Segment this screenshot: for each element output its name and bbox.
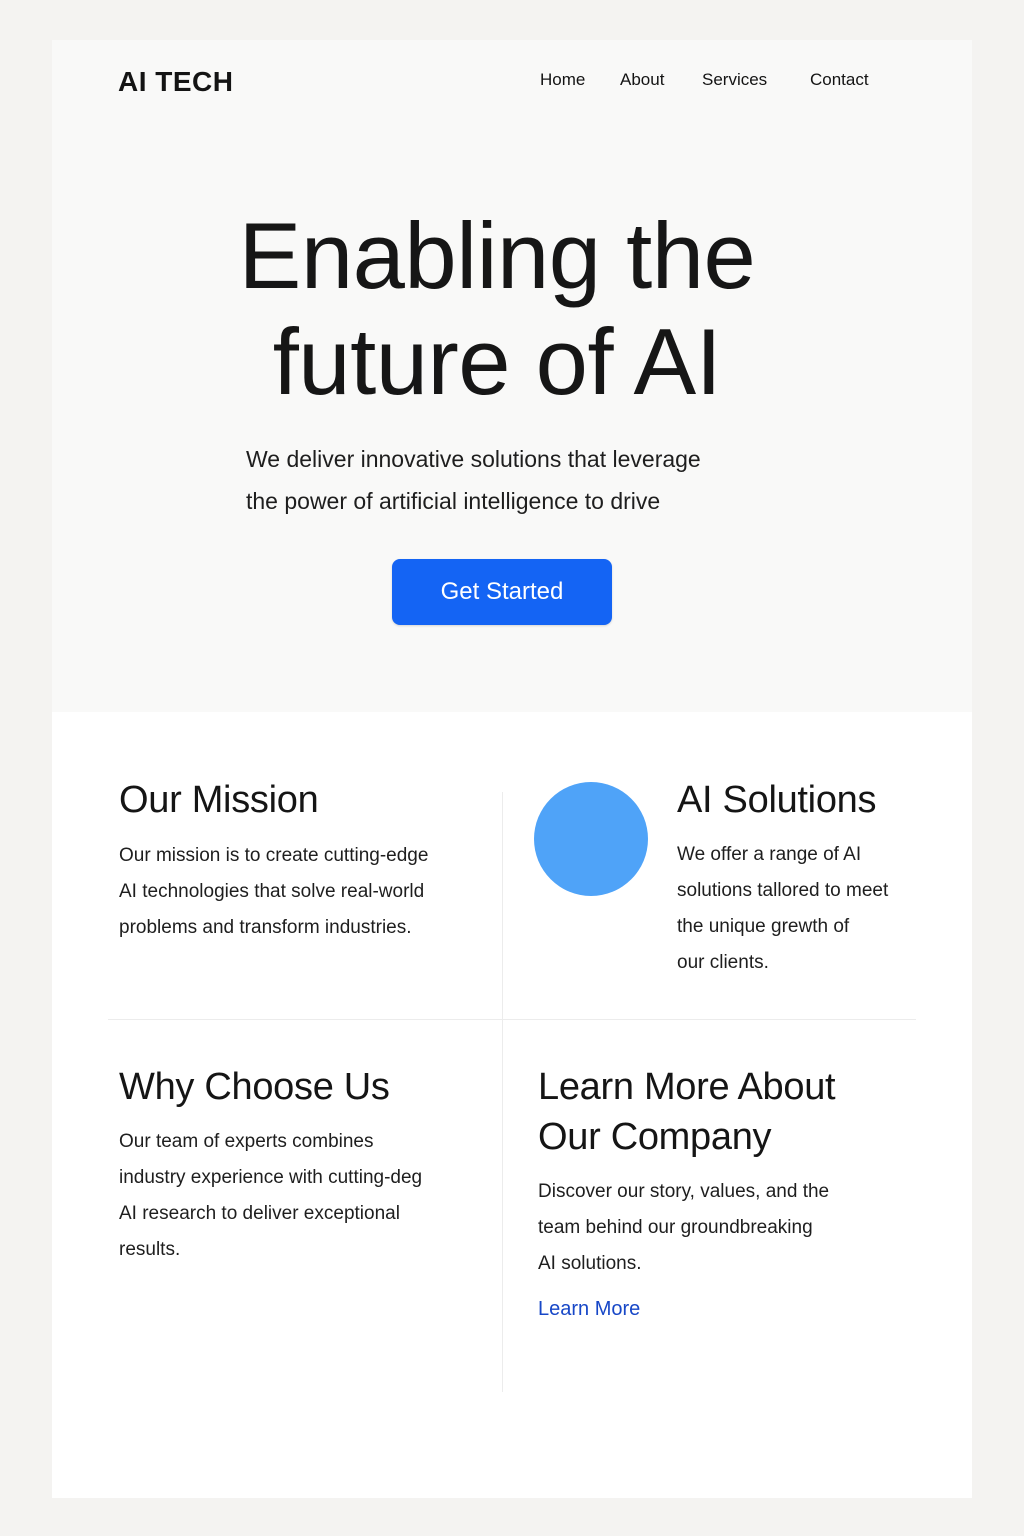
why-text-line: results. xyxy=(119,1239,181,1260)
nav-services[interactable]: Services xyxy=(702,70,767,90)
hero-title-line-2: future of AI xyxy=(272,309,722,414)
learn-title-line-1: Learn More About xyxy=(538,1066,836,1108)
nav-about[interactable]: About xyxy=(620,70,664,90)
mission-text: Our mission is to create cutting-edge AI… xyxy=(119,838,489,946)
solutions-text-line: We offer a range of AI xyxy=(677,844,862,865)
hero-subtitle-line-2: the power of artificial intelligence to … xyxy=(246,488,661,514)
main-nav: Home About Services Contact xyxy=(52,70,972,94)
learn-title-line-2: Our Company xyxy=(538,1116,772,1158)
get-started-button[interactable]: Get Started xyxy=(392,559,612,625)
page-container: AI TECH Home About Services Contact Enab… xyxy=(52,40,972,1498)
solutions-text-line: solutions tallored to meet xyxy=(677,880,889,901)
solutions-text: We offer a range of AI solutions tallore… xyxy=(677,837,947,981)
learn-more-link[interactable]: Learn More xyxy=(538,1298,640,1321)
why-text-line: industry experience with cutting-deg xyxy=(119,1167,423,1188)
solutions-title: AI Solutions xyxy=(677,779,877,821)
why-text-line: Our team of experts combines xyxy=(119,1131,374,1152)
mission-text-line: problems and transform industries. xyxy=(119,917,412,938)
horizontal-divider xyxy=(108,1019,916,1020)
learn-text-line: team behind our groundbreaking xyxy=(538,1217,813,1238)
learn-text: Discover our story, values, and the team… xyxy=(538,1174,878,1282)
mission-text-line: Our mission is to create cutting-edge xyxy=(119,845,429,866)
nav-home[interactable]: Home xyxy=(540,70,585,90)
hero-subtitle-line-1: We deliver innovative solutions that lev… xyxy=(246,446,701,472)
vertical-divider xyxy=(502,792,503,1392)
circle-icon xyxy=(534,782,648,896)
why-text: Our team of experts combines industry ex… xyxy=(119,1124,479,1268)
hero-title-line-1: Enabling the xyxy=(238,203,756,308)
hero-subtitle: We deliver innovative solutions that lev… xyxy=(246,438,776,522)
nav-contact[interactable]: Contact xyxy=(810,70,869,90)
solutions-text-line: the unique grewth of xyxy=(677,916,850,937)
why-title: Why Choose Us xyxy=(119,1066,390,1108)
mission-title: Our Mission xyxy=(119,779,319,821)
learn-text-line: AI solutions. xyxy=(538,1253,642,1274)
learn-text-line: Discover our story, values, and the xyxy=(538,1181,830,1202)
learn-title: Learn More About Our Company xyxy=(538,1062,918,1162)
solutions-text-line: our clients. xyxy=(677,952,769,973)
mission-text-line: AI technologies that solve real-world xyxy=(119,881,425,902)
why-text-line: AI research to deliver exceptional xyxy=(119,1203,400,1224)
hero-title: Enabling the future of AI xyxy=(52,203,942,415)
